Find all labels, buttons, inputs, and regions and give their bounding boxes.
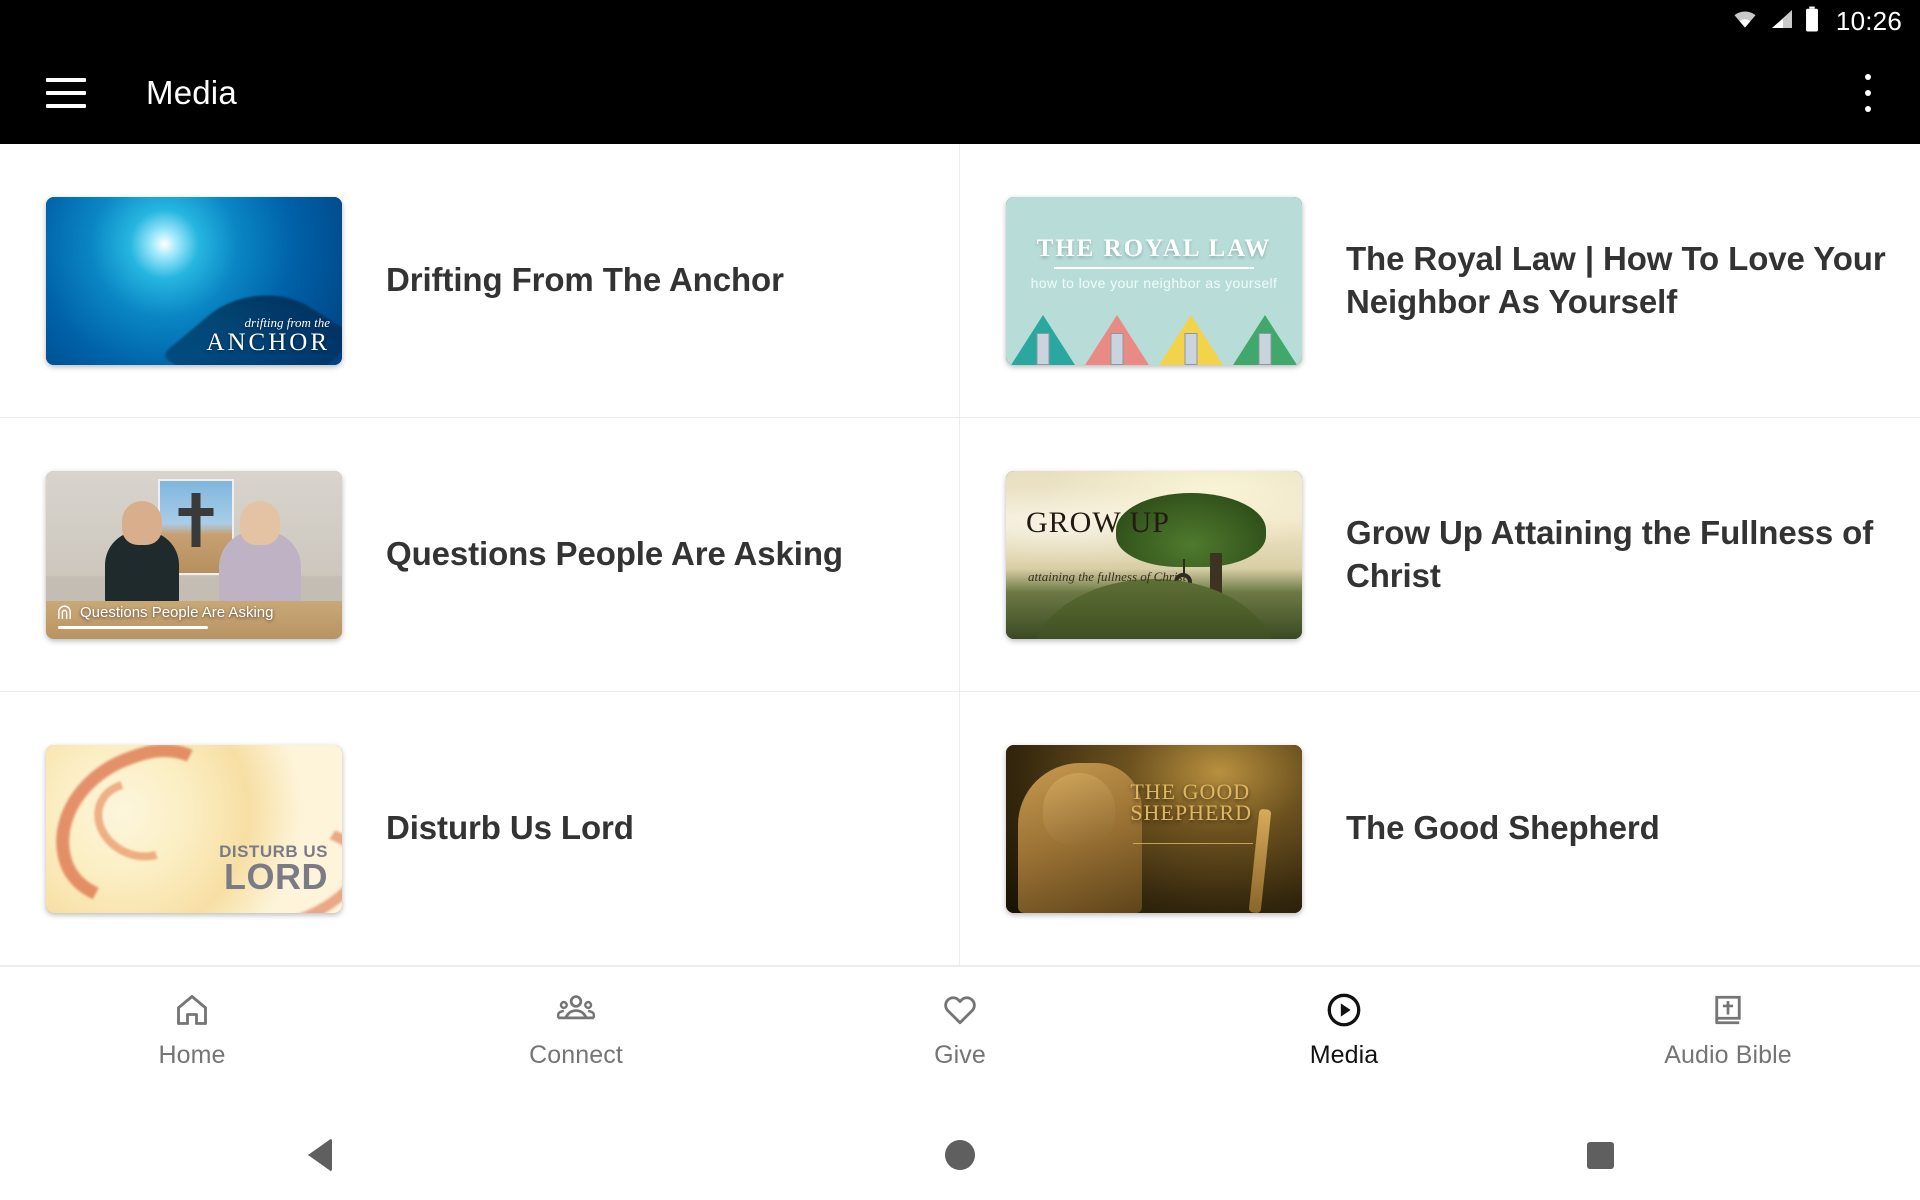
people-group-icon: [556, 989, 596, 1031]
nav-item-media[interactable]: Media: [1152, 989, 1536, 1070]
divider-rule: [1133, 842, 1254, 844]
house-roofs-graphic: [1006, 313, 1302, 365]
nav-item-give[interactable]: Give: [768, 989, 1152, 1070]
progress-bar: [58, 625, 208, 629]
thumb-overlay-line1: THE ROYAL LAW: [1036, 234, 1272, 262]
thumbnail-art-royal-law: THE ROYAL LAW how to love your neighbor …: [1006, 196, 1302, 365]
page-title: Media: [146, 74, 237, 111]
thumb-overlay-line1: Questions People Are Asking: [80, 603, 274, 621]
back-triangle-icon: [308, 1138, 332, 1172]
media-item-title: The Good Shepherd: [1346, 809, 1660, 847]
shepherd-figure-shape: [1017, 762, 1142, 913]
nav-item-home[interactable]: Home: [0, 989, 384, 1070]
hood-shape: [1042, 772, 1115, 845]
thumbnail-art-grow-up: GROW UP attaining the fullness of Christ: [1006, 470, 1302, 639]
status-time: 10:26: [1835, 5, 1902, 36]
person-left-shape: [105, 530, 180, 609]
media-list-item[interactable]: Questions People Are Asking Questions Pe…: [0, 418, 960, 692]
person-right-shape: [218, 530, 301, 609]
android-system-nav: [0, 1110, 1920, 1200]
divider-rule: [1054, 266, 1254, 269]
media-thumbnail[interactable]: THE ROYAL LAW how to love your neighbor …: [1006, 196, 1302, 365]
bible-book-icon: [1710, 989, 1746, 1031]
recents-square-icon: [1586, 1141, 1614, 1169]
home-circle-icon: [945, 1140, 975, 1170]
thumbnail-art-disturb-us-lord: DISTURB US LORD: [46, 744, 342, 913]
thumb-overlay-line2: attaining the fullness of Christ: [1028, 568, 1187, 584]
wifi-icon: [1730, 7, 1760, 36]
media-item-title: Disturb Us Lord: [386, 809, 634, 847]
status-icons: [1730, 6, 1820, 37]
media-thumbnail[interactable]: THE GOOD SHEPHERD: [1006, 744, 1302, 913]
home-icon: [174, 989, 210, 1031]
thumb-overlay-line2: ANCHOR: [206, 329, 330, 357]
thumbnail-overlay-text: Questions People Are Asking: [56, 604, 273, 621]
thumbnail-overlay-text: drifting from the ANCHOR: [206, 314, 330, 357]
more-vertical-icon[interactable]: [1846, 69, 1890, 117]
nav-label-give: Give: [934, 1041, 986, 1069]
media-thumbnail[interactable]: drifting from the ANCHOR: [46, 196, 342, 365]
thumb-overlay-line2: SHEPHERD: [1130, 800, 1252, 826]
media-item-title: The Royal Law | How To Love Your Neighbo…: [1346, 240, 1886, 320]
bottom-navigation-bar: Home Connect Give Media Audio Bible: [0, 966, 1920, 1110]
nav-label-connect: Connect: [529, 1041, 623, 1069]
hill-shape: [1029, 578, 1279, 639]
media-thumbnail[interactable]: Questions People Are Asking: [46, 470, 342, 639]
thumbnail-art-good-shepherd: THE GOOD SHEPHERD: [1006, 744, 1302, 913]
app-bar: Media: [0, 42, 1920, 144]
system-home-button[interactable]: [640, 1140, 1280, 1170]
nav-item-audio-bible[interactable]: Audio Bible: [1536, 989, 1920, 1070]
media-item-title: Grow Up Attaining the Fullness of Christ: [1346, 514, 1874, 594]
nav-label-audio-bible: Audio Bible: [1664, 1041, 1792, 1069]
thumb-overlay-line1: drifting from the: [244, 314, 330, 330]
staff-shape: [1249, 808, 1272, 913]
thumbnail-art-questions: Questions People Are Asking: [46, 470, 342, 639]
media-list-item[interactable]: drifting from the ANCHOR Drifting From T…: [0, 144, 960, 418]
media-list-item[interactable]: THE ROYAL LAW how to love your neighbor …: [960, 144, 1920, 418]
media-list-item[interactable]: GROW UP attaining the fullness of Christ…: [960, 418, 1920, 692]
media-thumbnail[interactable]: GROW UP attaining the fullness of Christ: [1006, 470, 1302, 639]
heart-outline-icon: [941, 989, 979, 1031]
media-list-item[interactable]: THE GOOD SHEPHERD The Good Shepherd: [960, 692, 1920, 966]
media-thumbnail[interactable]: DISTURB US LORD: [46, 744, 342, 913]
cellular-signal-icon: [1769, 7, 1795, 36]
nav-item-connect[interactable]: Connect: [384, 989, 768, 1070]
battery-icon: [1804, 6, 1820, 37]
nav-label-home: Home: [158, 1041, 226, 1069]
media-item-title: Questions People Are Asking: [386, 535, 843, 573]
thumb-overlay-line2: LORD: [224, 856, 328, 898]
media-list-item[interactable]: DISTURB US LORD Disturb Us Lord: [0, 692, 960, 966]
play-circle-icon: [1325, 989, 1363, 1031]
cross-icon: [178, 492, 214, 547]
thumbnail-overlay-text: THE GOOD SHEPHERD: [1130, 780, 1252, 826]
thumb-overlay-line2: how to love your neighbor as yourself: [1030, 274, 1278, 291]
arch-logo-icon: [58, 605, 71, 619]
media-grid: drifting from the ANCHOR Drifting From T…: [0, 144, 1920, 966]
thumbnail-overlay-text: DISTURB US LORD: [219, 843, 328, 898]
system-back-button[interactable]: [0, 1138, 640, 1172]
thumb-overlay-line1: GROW UP: [1026, 505, 1170, 539]
nav-label-media: Media: [1309, 1041, 1379, 1069]
hamburger-menu-icon[interactable]: [46, 78, 86, 108]
media-item-title: Drifting From The Anchor: [386, 261, 784, 299]
system-recents-button[interactable]: [1280, 1141, 1920, 1169]
thumbnail-art-anchor: drifting from the ANCHOR: [46, 196, 342, 365]
status-bar: 10:26: [0, 0, 1920, 42]
